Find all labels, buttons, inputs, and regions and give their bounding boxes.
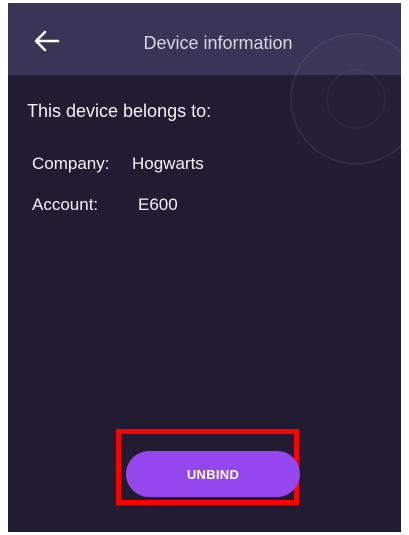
page-title: Device information: [143, 33, 293, 53]
belongs-text: This device belongs to:: [27, 101, 212, 121]
company-label: Company:: [32, 154, 110, 173]
arrow-left-icon: [34, 30, 60, 52]
back-button[interactable]: [26, 23, 66, 59]
account-row: Account: E600: [32, 193, 178, 217]
account-label: Account:: [32, 195, 99, 214]
device-info-screen: Device information This device belongs t…: [8, 3, 401, 532]
account-value: E600: [138, 195, 178, 214]
company-row: Company: Hogwarts: [32, 152, 204, 176]
unbind-button[interactable]: UNBIND: [126, 451, 300, 497]
decorative-circle-inner: [326, 69, 386, 129]
company-value: Hogwarts: [132, 154, 204, 173]
